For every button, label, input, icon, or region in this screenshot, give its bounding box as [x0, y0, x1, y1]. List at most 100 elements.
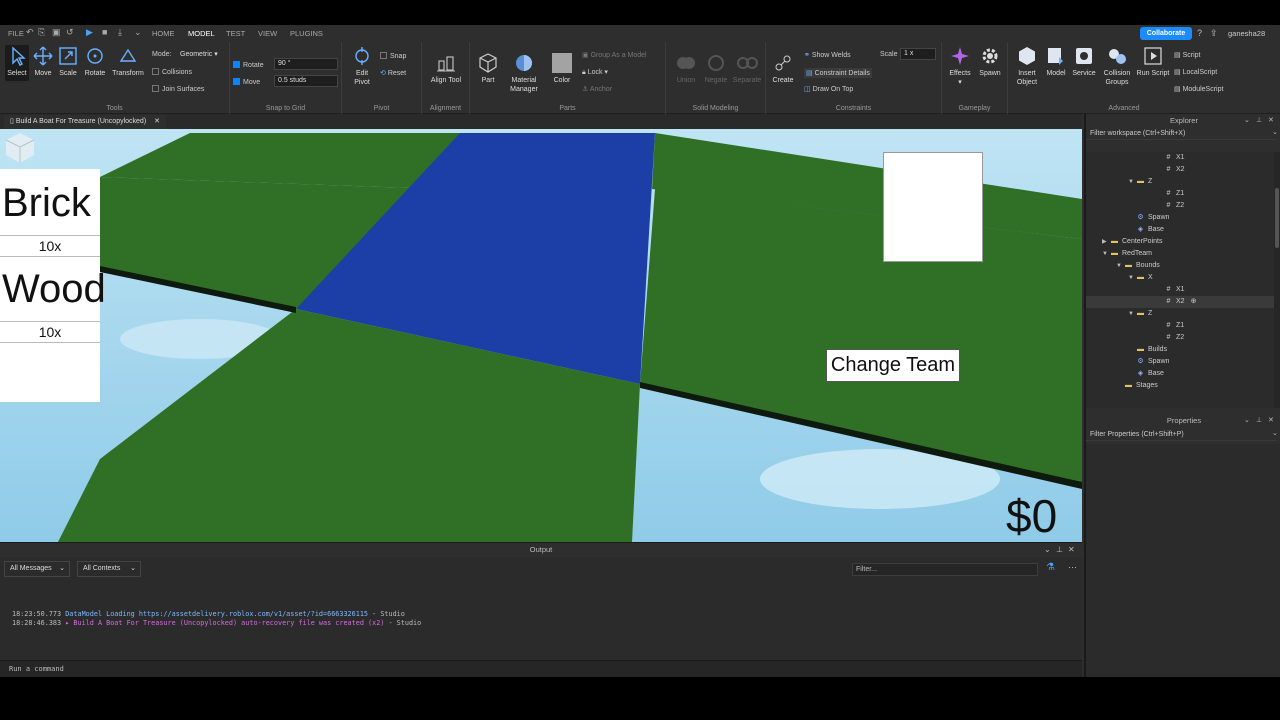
close-tab-icon[interactable]: ✕: [154, 118, 160, 125]
negate-tool[interactable]: Negate: [702, 52, 730, 85]
separate-tool[interactable]: Separate: [730, 52, 764, 85]
explorer-item[interactable]: # X1: [1086, 284, 1274, 296]
shop-item-qty[interactable]: 10x: [0, 235, 100, 257]
dropdown-icon[interactable]: ⌄: [1044, 545, 1051, 554]
join-surfaces-checkbox[interactable]: [152, 85, 159, 92]
change-team-button[interactable]: Change Team: [826, 349, 960, 382]
explorer-item[interactable]: # Z1: [1086, 320, 1274, 332]
tab-plugins[interactable]: PLUGINS: [290, 29, 323, 38]
play-icon[interactable]: ▶: [86, 28, 95, 37]
explorer-item[interactable]: # X2: [1086, 164, 1274, 176]
script-button[interactable]: ▤ Script: [1174, 51, 1200, 59]
explorer-filter-input[interactable]: Filter workspace (Ctrl+Shift+X): [1086, 128, 1276, 140]
tab-test[interactable]: TEST: [226, 29, 245, 38]
contexts-filter-dropdown[interactable]: All Contexts ⌄: [77, 561, 141, 577]
explorer-scrollbar[interactable]: [1274, 152, 1280, 408]
rotate-tool[interactable]: Rotate: [82, 45, 108, 78]
explorer-item[interactable]: ▶ ▬ CenterPoints: [1086, 236, 1274, 248]
view-cube-icon[interactable]: [0, 129, 40, 169]
collisions-checkbox[interactable]: [152, 68, 159, 75]
expand-arrow-icon[interactable]: ▼: [1128, 272, 1136, 284]
draw-on-top-toggle[interactable]: ◫ Draw On Top: [804, 85, 853, 93]
close-icon[interactable]: ✕: [1268, 416, 1274, 424]
chevron-down-icon[interactable]: ⌄: [1272, 429, 1278, 437]
spawn-tool[interactable]: Spawn: [976, 45, 1004, 78]
3d-viewport[interactable]: Brick 10x Wood 10x Change Team $0: [0, 129, 1082, 542]
pin-icon[interactable]: ⊥: [1256, 416, 1262, 424]
explorer-item[interactable]: ▼ ▬ Z: [1086, 308, 1274, 320]
explorer-item[interactable]: ◈ Base: [1086, 368, 1274, 380]
lock-button[interactable]: 🔒︎ Lock ▾: [582, 68, 608, 77]
scale-tool[interactable]: Scale: [56, 45, 80, 78]
rotate-snap-toggle[interactable]: Rotate: [233, 61, 264, 69]
transform-tool[interactable]: Transform: [110, 45, 146, 78]
create-constraint-tool[interactable]: Create: [770, 52, 796, 85]
scrollbar-thumb[interactable]: [1275, 188, 1279, 248]
explorer-item[interactable]: ⚙ Spawn: [1086, 356, 1274, 368]
run-script-tool[interactable]: Run Script: [1136, 45, 1170, 78]
constraint-scale-input[interactable]: 1 x: [900, 48, 936, 60]
pivot-reset-button[interactable]: ⟲ Reset: [380, 69, 406, 77]
close-icon[interactable]: ✕: [1268, 116, 1274, 124]
join-surfaces-toggle[interactable]: Join Surfaces: [152, 85, 204, 93]
dropdown-icon[interactable]: ⌄: [1244, 116, 1250, 124]
move-tool[interactable]: Move: [31, 45, 55, 78]
explorer-item[interactable]: ⚙ Spawn: [1086, 212, 1274, 224]
material-manager-tool[interactable]: Material Manager: [506, 52, 542, 94]
module-script-button[interactable]: ▤ ModuleScript: [1174, 85, 1223, 93]
pin-icon[interactable]: ⊥: [1056, 545, 1063, 554]
shop-panel[interactable]: Brick 10x Wood 10x: [0, 169, 106, 402]
rotate-snap-input[interactable]: 90 °: [274, 58, 338, 70]
expand-arrow-icon[interactable]: ▶: [1102, 236, 1110, 248]
show-welds-toggle[interactable]: ⚭ Show Welds: [804, 51, 851, 59]
explorer-item[interactable]: ▬ Stages: [1086, 380, 1274, 392]
collision-groups-tool[interactable]: Collision Groups: [1100, 45, 1134, 87]
undo-arrow-icon[interactable]: ↺: [66, 28, 75, 37]
collisions-toggle[interactable]: Collisions: [152, 68, 192, 76]
move-snap-toggle[interactable]: Move: [233, 78, 260, 86]
file-menu[interactable]: FILE: [8, 29, 24, 38]
explorer-item[interactable]: ◈ Base: [1086, 224, 1274, 236]
more-icon[interactable]: ⌄: [134, 28, 143, 37]
tab-home[interactable]: HOME: [152, 29, 175, 38]
command-bar[interactable]: Run a command: [0, 660, 1082, 677]
dropdown-icon[interactable]: ⌄: [1244, 416, 1250, 424]
help-icon[interactable]: ?: [1197, 28, 1202, 38]
anchor-button[interactable]: ⚓︎ Anchor: [582, 85, 612, 93]
shop-item-qty[interactable]: 10x: [0, 321, 100, 343]
close-icon[interactable]: ✕: [1068, 545, 1075, 554]
pivot-snap-checkbox[interactable]: [380, 52, 387, 59]
local-script-button[interactable]: ▤ LocalScript: [1174, 68, 1217, 76]
explorer-item[interactable]: ▼ ▬ Z: [1086, 176, 1274, 188]
select-tool[interactable]: Select: [5, 45, 29, 81]
output-filter-input[interactable]: Filter...: [852, 563, 1038, 576]
effects-tool[interactable]: Effects ▾: [946, 45, 974, 87]
align-tool[interactable]: Align Tool: [430, 52, 462, 85]
constraint-details-toggle[interactable]: ▤ Constraint Details: [804, 68, 872, 78]
undo-icon[interactable]: ↶: [26, 28, 35, 37]
log-line[interactable]: 18:28:46.383 ▸ Build A Boat For Treasure…: [12, 619, 421, 627]
explorer-item[interactable]: ▬ Builds: [1086, 344, 1274, 356]
explorer-item[interactable]: # Z2: [1086, 200, 1274, 212]
service-tool[interactable]: Service: [1070, 45, 1098, 78]
move-snap-checkbox[interactable]: [233, 78, 240, 85]
share-icon[interactable]: ⇪: [1210, 28, 1218, 39]
step-icon[interactable]: ⤓: [118, 28, 127, 37]
document-tab[interactable]: ▯ Build A Boat For Treasure (Uncopylocke…: [4, 115, 166, 129]
messages-filter-dropdown[interactable]: All Messages ⌄: [4, 561, 70, 577]
part-tool[interactable]: Part: [474, 52, 502, 85]
expand-arrow-icon[interactable]: ▼: [1102, 248, 1110, 260]
expand-arrow-icon[interactable]: ▼: [1128, 176, 1136, 188]
stop-icon[interactable]: ■: [102, 28, 111, 37]
tab-view[interactable]: VIEW: [258, 29, 277, 38]
edit-pivot-tool[interactable]: Edit Pivot: [348, 45, 376, 87]
group-as-model-button[interactable]: ▣ Group As a Model: [582, 51, 647, 59]
insert-object-tool[interactable]: Insert Object: [1012, 45, 1042, 87]
redo-icon[interactable]: ⎘: [38, 28, 47, 37]
explorer-item[interactable]: ▼ ▬ Bounds: [1086, 260, 1274, 272]
username[interactable]: ganesha28: [1228, 29, 1265, 38]
save-icon[interactable]: ▣: [52, 28, 61, 37]
chevron-down-icon[interactable]: ⌄: [1272, 128, 1278, 136]
explorer-item[interactable]: # X2 ⊕: [1086, 296, 1274, 308]
clear-output-icon[interactable]: ⚗: [1046, 562, 1055, 573]
